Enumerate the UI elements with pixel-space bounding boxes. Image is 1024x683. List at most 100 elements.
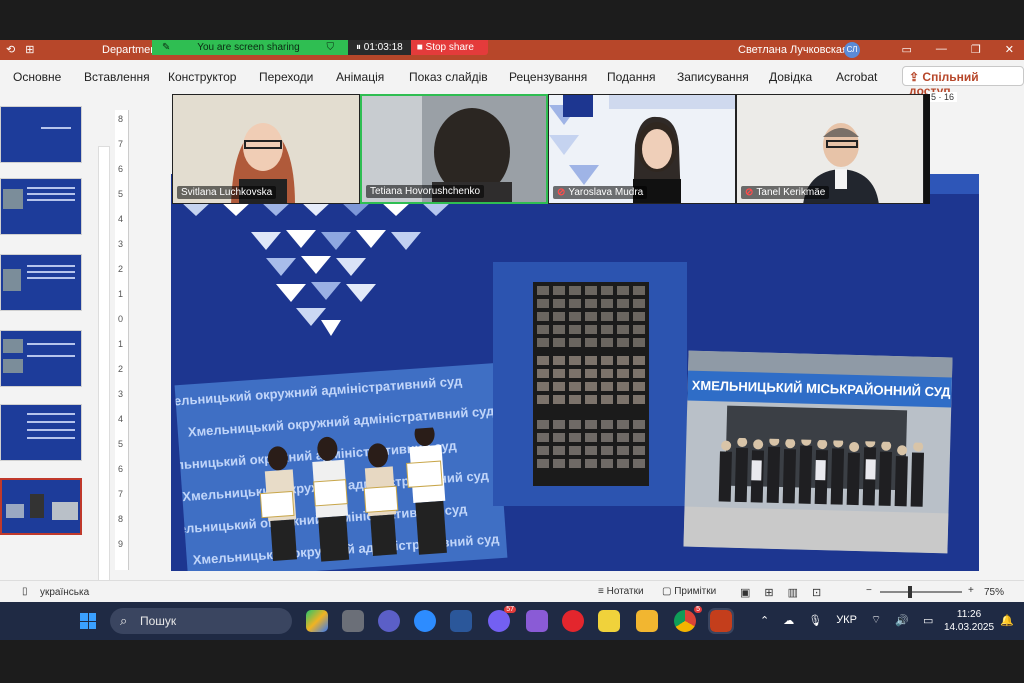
tab-animations[interactable]: Анімація [336, 70, 384, 84]
participant-tile[interactable]: Svitlana Luchkovska [172, 94, 360, 204]
zoom-out-icon[interactable]: − [866, 585, 872, 596]
group-people [718, 437, 925, 507]
tab-insert[interactable]: Вставлення [84, 70, 150, 84]
slide-thumbnail[interactable] [0, 330, 82, 387]
reading-view-icon[interactable]: ▥ [788, 586, 798, 599]
chrome-icon[interactable]: 5 [674, 606, 702, 632]
normal-view-icon[interactable]: ▣ [740, 586, 750, 599]
participant-name: Svitlana Luchkovska [177, 186, 277, 199]
present-icon[interactable]: ⊞ [25, 43, 34, 56]
tab-help[interactable]: Довідка [769, 70, 812, 84]
tab-transitions[interactable]: Переходи [259, 70, 313, 84]
stop-share-button[interactable]: ■ Stop share [410, 40, 488, 55]
avatar[interactable]: СЛ [844, 42, 860, 58]
sharing-text: You are screen sharing [197, 42, 300, 53]
ruler-mark: 8 [118, 514, 124, 524]
slideshow-icon[interactable]: ⊡ [812, 586, 821, 599]
ruler-mark: 6 [118, 464, 124, 474]
ruler-mark: 7 [118, 139, 124, 149]
tab-view[interactable]: Подання [607, 70, 655, 84]
powerpoint-icon[interactable] [708, 608, 734, 634]
window-controls: ▭ — ❐ ✕ [902, 43, 1015, 56]
search-placeholder: Пошук [140, 614, 177, 628]
windows-taskbar: ⌕ Пошук 57 5 ⌃ ☁ 🎙 УКР ⌔ 🔊 ▭ 11:26 14.03… [0, 602, 1024, 640]
stop-share-label: Stop share [425, 42, 474, 53]
teams-icon[interactable] [378, 610, 400, 632]
slide-thumbnail[interactable] [0, 106, 82, 163]
slide-thumbnail[interactable] [0, 254, 82, 311]
tab-slideshow[interactable]: Показ слайдів [409, 70, 488, 84]
comments-button[interactable]: ▢ Примітки [662, 586, 716, 597]
ribbon-tabs: Основне Вставлення Конструктор Переходи … [0, 60, 1024, 98]
tab-review[interactable]: Рецензування [509, 70, 587, 84]
participant-name: ⊘ Yaroslava Mudra [553, 186, 648, 199]
zoom-app-icon[interactable] [414, 610, 436, 632]
slide-sorter-icon[interactable]: ⊞ [764, 586, 773, 599]
share-people-icon: ⇪ [909, 70, 920, 84]
media-player-icon[interactable] [598, 610, 620, 632]
pause-icon[interactable]: ⏸ [356, 42, 361, 53]
ruler-mark: 4 [118, 414, 124, 424]
vertical-ruler: 8 7 6 5 4 3 2 1 0 1 2 3 4 5 6 7 8 9 [115, 110, 129, 570]
ruler-mark: 1 [118, 289, 124, 299]
copilot-icon[interactable] [306, 610, 328, 632]
screen-share-bar: ✎ You are screen sharing ⛉ ⏸ 01:03:18 ■ … [152, 40, 488, 55]
taskbar-search[interactable]: ⌕ Пошук [110, 608, 292, 634]
cloud-icon[interactable]: ☁ [783, 614, 794, 627]
wifi-icon[interactable]: ⌔ [871, 613, 881, 627]
tab-home[interactable]: Основне [13, 70, 61, 84]
spellcheck-icon[interactable]: ▯ [22, 586, 28, 597]
opera-icon[interactable] [562, 610, 584, 632]
viber-icon[interactable]: 57 [488, 606, 516, 632]
thumbnails-scrollbar[interactable] [98, 146, 110, 616]
zoom-in-icon[interactable]: + [968, 585, 974, 596]
taskbar-clock[interactable]: 11:26 14.03.2025 [944, 608, 994, 634]
view-buttons: ▣ ⊞ ▥ ⊡ [740, 586, 821, 599]
word-icon[interactable] [450, 610, 472, 632]
autosave-icon[interactable]: ⟲ [6, 43, 15, 56]
notes-button[interactable]: ≡ Нотатки [598, 586, 644, 597]
page-indicator: 5 · 16 [928, 92, 958, 102]
bell-icon[interactable]: 🔔 [1000, 614, 1014, 627]
participant-tile[interactable]: ⊘ Yaroslava Mudra [548, 94, 736, 204]
notes-icon: ≡ [598, 586, 607, 597]
tab-record[interactable]: Записування [677, 70, 749, 84]
volume-icon[interactable]: 🔊 [895, 614, 909, 627]
share-icon: ✎ [162, 42, 171, 53]
title-bar: ⟲ ⊞ Departmen ✎ You are screen sharing ⛉… [0, 40, 1024, 60]
language-indicator[interactable]: українська [40, 587, 89, 598]
input-language[interactable]: УКР [836, 614, 857, 626]
slide-thumbnail[interactable] [0, 178, 82, 235]
participant-name: ⊘ Tanel Kerikmäe [741, 186, 830, 199]
participant-tile[interactable]: ⊘ Tanel Kerikmäe [736, 94, 924, 204]
slide-thumbnails-pane [0, 90, 112, 630]
slide-canvas[interactable]: Хмельницький окружний адміністративний с… [171, 174, 979, 571]
slide-thumbnail[interactable] [0, 404, 82, 461]
minimize-icon[interactable]: — [936, 43, 947, 56]
share-button[interactable]: ⇪ Спільний доступ [902, 66, 1024, 98]
zoom-level[interactable]: 75% [984, 587, 1004, 598]
windows-start-icon[interactable] [80, 613, 96, 629]
close-icon[interactable]: ✕ [1005, 43, 1014, 56]
tab-acrobat[interactable]: Acrobat [836, 70, 877, 84]
zoom-slider-handle[interactable] [908, 586, 912, 598]
file-explorer-icon[interactable] [636, 610, 658, 632]
desktop-screen: ⟲ ⊞ Departmen ✎ You are screen sharing ⛉… [0, 40, 1024, 640]
slide-thumbnail-active[interactable] [0, 478, 82, 535]
participant-tile-active-speaker[interactable]: Tetiana Hovorushchenko [360, 94, 548, 204]
clock-time: 11:26 [956, 609, 982, 620]
ribbon-display-icon[interactable]: ▭ [902, 43, 912, 56]
pen-app-icon[interactable] [526, 610, 548, 632]
task-view-icon[interactable] [342, 610, 364, 632]
battery-icon[interactable]: ▭ [923, 614, 933, 627]
tab-design[interactable]: Конструктор [168, 70, 236, 84]
microphone-icon[interactable]: 🎙 [808, 614, 822, 627]
zoom-slider[interactable] [880, 591, 962, 593]
maximize-icon[interactable]: ❐ [971, 43, 981, 56]
chevron-up-icon[interactable]: ⌃ [760, 614, 769, 627]
notification-badge: 57 [504, 606, 516, 613]
shield-icon: ⛉ [326, 42, 335, 53]
user-name: Светлана Лучковская [738, 44, 848, 56]
ruler-mark: 5 [118, 189, 124, 199]
ruler-mark: 2 [118, 364, 124, 374]
